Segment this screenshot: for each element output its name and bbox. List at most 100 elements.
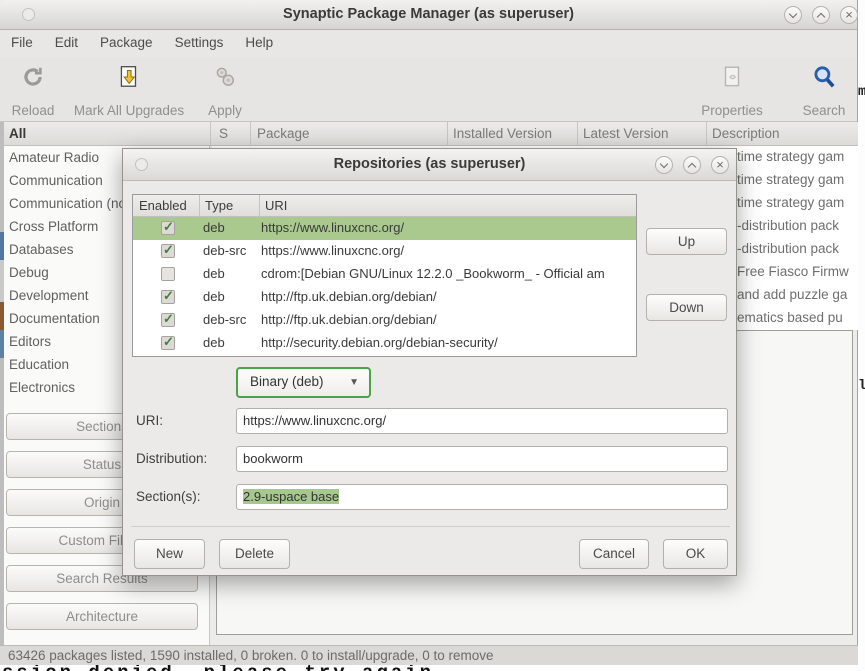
repository-row[interactable] — [133, 355, 636, 357]
package-description: Free Fiasco Firmw — [737, 264, 849, 279]
down-button[interactable]: Down — [646, 294, 727, 321]
mark-all-upgrades-icon — [116, 64, 142, 90]
divider — [131, 526, 730, 527]
type-dropdown[interactable]: Binary (deb) ▼ — [236, 367, 371, 398]
titlebar[interactable]: Synaptic Package Manager (as superuser) … — [0, 0, 857, 30]
delete-button[interactable]: Delete — [219, 539, 290, 569]
distribution-label: Distribution: — [136, 451, 207, 466]
new-button[interactable]: New — [134, 539, 205, 569]
package-description: ematics based pu — [737, 310, 843, 325]
package-description: time strategy gam — [737, 195, 844, 210]
menu-item[interactable]: Edit — [44, 30, 89, 58]
column-header-package[interactable]: Package — [257, 126, 310, 141]
maximize-button[interactable] — [683, 156, 701, 174]
sections-label: Section(s): — [136, 489, 201, 504]
enabled-checkbox[interactable] — [161, 313, 175, 327]
menu-item[interactable]: Help — [234, 30, 284, 58]
background-terminal-text: ssion denied, please try again — [2, 665, 434, 671]
minimize-button[interactable] — [655, 156, 673, 174]
background-terminal-sliver: ssion denied, please try again — [0, 665, 865, 671]
mark-all-upgrades-button[interactable]: Mark All Upgrades — [64, 64, 194, 118]
repo-type: deb — [203, 335, 225, 350]
enabled-checkbox[interactable] — [161, 221, 175, 235]
repository-row[interactable]: deb-src https://www.linuxcnc.org/ — [133, 240, 636, 263]
background-text-fragment: m — [858, 84, 865, 100]
repo-uri: cdrom:[Debian GNU/Linux 12.2.0 _Bookworm… — [261, 266, 605, 281]
enabled-checkbox[interactable] — [161, 290, 175, 304]
package-description: time strategy gam — [737, 149, 844, 164]
enabled-checkbox[interactable] — [161, 244, 175, 258]
menubar: FileEditPackageSettingsHelp — [0, 30, 857, 58]
properties-icon — [719, 64, 745, 90]
package-description: -distribution pack — [737, 218, 839, 233]
architecture-button[interactable]: Architecture — [6, 603, 198, 630]
minimize-button[interactable] — [784, 6, 802, 24]
apply-gears-icon — [212, 64, 238, 90]
repo-type: deb — [203, 266, 225, 281]
header-enabled[interactable]: Enabled — [139, 198, 187, 213]
status-text: 63426 packages listed, 1590 installed, 0… — [8, 648, 494, 663]
column-headers: All S Package Installed Version Latest V… — [0, 122, 858, 146]
column-header-installed-version[interactable]: Installed Version — [453, 126, 552, 141]
maximize-button[interactable] — [812, 6, 830, 24]
repository-row[interactable]: deb https://www.linuxcnc.org/ — [133, 217, 636, 240]
reload-icon — [20, 64, 46, 90]
sections-header-all[interactable]: All — [9, 126, 26, 141]
ok-button[interactable]: OK — [663, 539, 728, 569]
header-uri[interactable]: URI — [265, 198, 287, 213]
chevron-up-icon — [817, 13, 825, 21]
repo-type: deb — [203, 220, 225, 235]
cancel-button[interactable]: Cancel — [579, 539, 649, 569]
repositories-table: Enabled Type URI deb https://www.linuxcn… — [132, 194, 637, 357]
chevron-down-icon: ▼ — [349, 377, 359, 388]
enabled-checkbox[interactable] — [161, 267, 175, 281]
repository-row[interactable]: deb-src http://ftp.uk.debian.org/debian/ — [133, 309, 636, 332]
uri-label: URI: — [136, 413, 163, 428]
menu-item[interactable]: Settings — [164, 30, 235, 58]
close-icon: × — [841, 7, 857, 23]
close-button[interactable]: × — [711, 156, 729, 174]
search-button[interactable]: Search — [796, 64, 852, 118]
up-button[interactable]: Up — [646, 228, 727, 255]
repo-type: deb-src — [203, 312, 246, 327]
chevron-down-icon — [789, 10, 797, 18]
menu-item[interactable]: File — [0, 30, 44, 58]
repo-uri: http://ftp.uk.debian.org/debian/ — [261, 289, 437, 304]
distribution-field[interactable]: bookworm — [236, 446, 728, 472]
column-header-description[interactable]: Description — [712, 126, 780, 141]
header-type[interactable]: Type — [205, 198, 233, 213]
menu-item[interactable]: Package — [89, 30, 164, 58]
column-separator — [250, 122, 251, 146]
repo-type: deb-src — [203, 243, 246, 258]
repositories-table-header: Enabled Type URI — [133, 195, 636, 217]
column-separator — [577, 122, 578, 146]
dialog-title: Repositories (as superuser) — [123, 156, 736, 172]
background-terminal-sliver — [0, 122, 4, 645]
apply-button[interactable]: Apply — [197, 64, 253, 118]
repo-uri: http://security.debian.org/debian-securi… — [261, 335, 498, 350]
column-separator — [447, 122, 448, 146]
repository-row[interactable]: deb http://ftp.uk.debian.org/debian/ — [133, 286, 636, 309]
package-description: -distribution pack — [737, 241, 839, 256]
background-terminal-sliver: m l — [858, 0, 865, 671]
sections-field[interactable]: 2.9-uspace base — [236, 484, 728, 510]
uri-field[interactable]: https://www.linuxcnc.org/ — [236, 408, 728, 434]
repository-row[interactable]: deb http://security.debian.org/debian-se… — [133, 332, 636, 355]
package-description: time strategy gam — [737, 172, 844, 187]
dialog-titlebar[interactable]: Repositories (as superuser) × — [123, 149, 736, 181]
type-dropdown-value: Binary (deb) — [250, 374, 324, 389]
reload-button[interactable]: Reload — [6, 64, 60, 118]
close-button[interactable]: × — [840, 6, 858, 24]
desktop: m l ssion denied, please try again Synap… — [0, 0, 865, 671]
properties-button[interactable]: Properties — [698, 64, 766, 118]
window-title: Synaptic Package Manager (as superuser) — [0, 6, 857, 22]
enabled-checkbox[interactable] — [161, 336, 175, 350]
column-separator — [706, 122, 707, 146]
column-separator — [199, 195, 200, 217]
repo-type: deb — [203, 289, 225, 304]
column-header-status[interactable]: S — [219, 126, 228, 141]
toolbar: Reload Mark All Upgrades Apply — [0, 58, 857, 122]
column-header-latest-version[interactable]: Latest Version — [583, 126, 669, 141]
repository-row[interactable]: deb cdrom:[Debian GNU/Linux 12.2.0 _Book… — [133, 263, 636, 286]
selected-text: 2.9-uspace base — [243, 489, 339, 504]
